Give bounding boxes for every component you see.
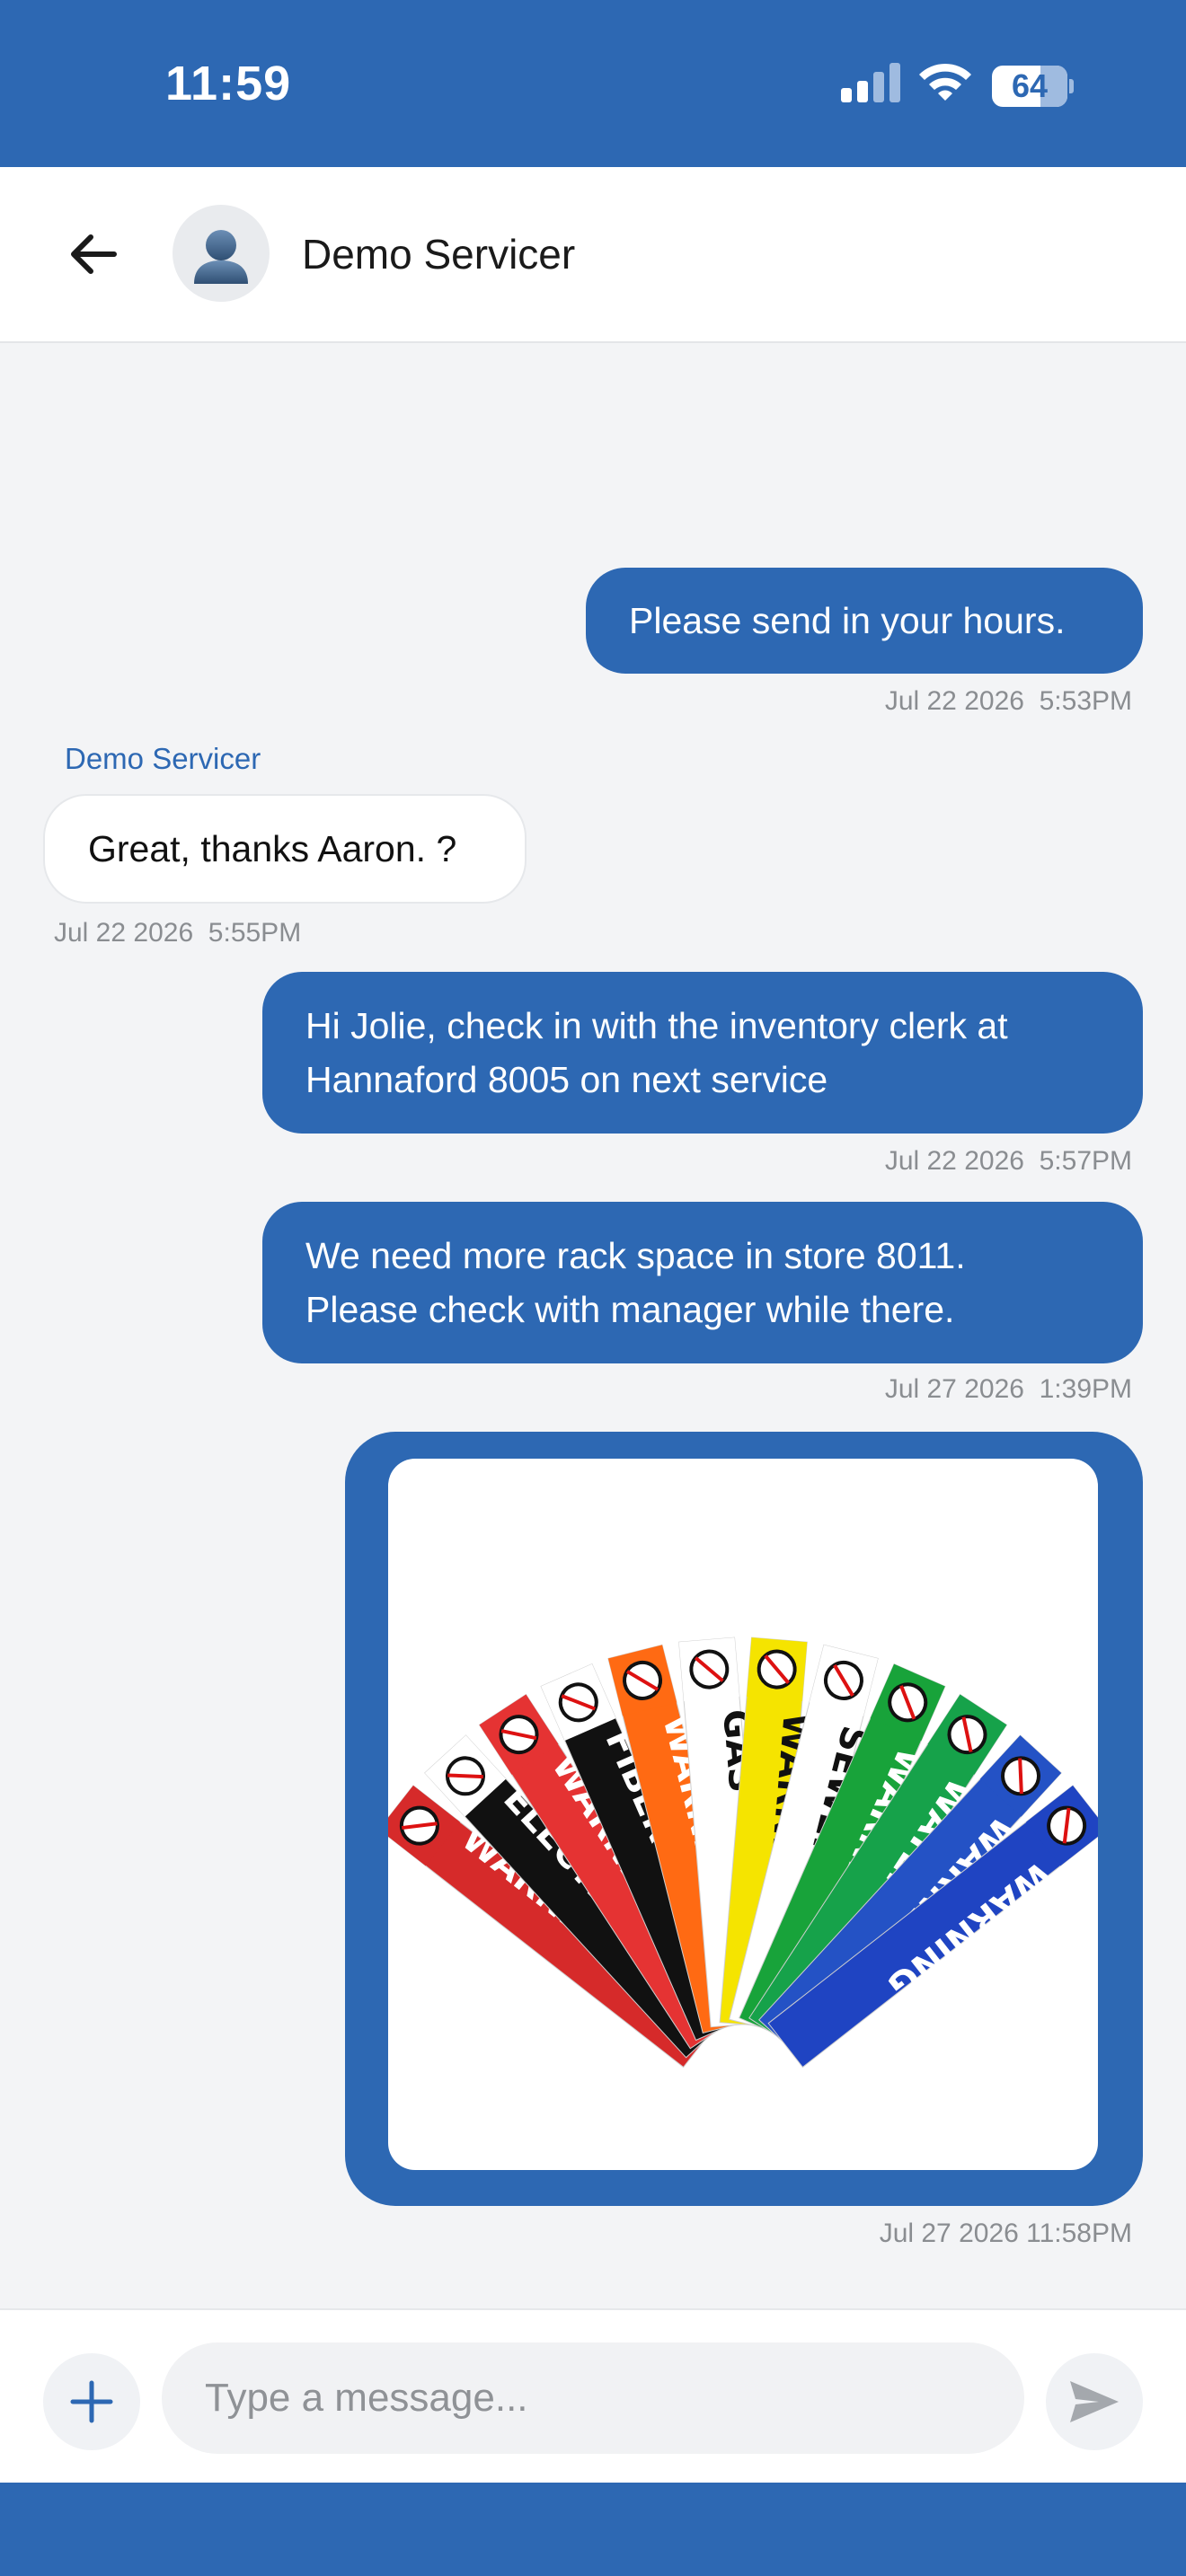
message-timestamp: Jul 22 2026 5:55PM [54,918,302,948]
message-input[interactable] [162,2342,1024,2454]
message-bubble-outgoing[interactable]: Hi Jolie, check in with the inventory cl… [262,972,1143,1134]
user-silhouette-icon [194,230,248,284]
message-bubble-incoming[interactable]: Great, thanks Aaron. ? [43,794,527,904]
arrow-left-icon [71,234,117,274]
avatar[interactable] [173,205,270,302]
send-icon [1070,2381,1119,2422]
contact-name: Demo Servicer [302,231,576,278]
wifi-icon [919,63,971,101]
cellular-signal-icon [841,63,900,102]
attached-image[interactable]: WARNINGELECTRICWARNINGFIBERWARNINGGASWAR… [388,1459,1098,2170]
plus-icon [70,2380,113,2423]
status-bar: 11:59 64 [0,0,1186,167]
message-text-line: Hannaford 8005 on next service [305,1059,828,1100]
send-button[interactable] [1046,2353,1143,2450]
message-timestamp: Jul 22 2026 5:53PM [884,686,1132,716]
message-bubble-outgoing[interactable]: Please send in your hours. [586,568,1143,674]
bottom-bar [0,2483,1186,2576]
message-text-line: Hi Jolie, check in with the inventory cl… [305,1005,1008,1046]
message-text: Great, thanks Aaron. ? [88,828,457,869]
message-timestamp: Jul 22 2026 5:57PM [884,1146,1132,1176]
image-message-bubble[interactable]: WARNINGELECTRICWARNINGFIBERWARNINGGASWAR… [345,1432,1143,2206]
message-bubble-outgoing[interactable]: We need more rack space in store 8011. P… [262,1202,1143,1363]
status-time: 11:59 [165,57,292,110]
message-timestamp: Jul 27 2026 11:58PM [879,2219,1132,2248]
message-text-line: Please check with manager while there. [305,1289,955,1330]
message-timestamp: Jul 27 2026 1:39PM [884,1374,1132,1404]
message-text: Please send in your hours. [629,600,1066,641]
battery-level: 64 [1011,67,1049,104]
back-button[interactable] [59,221,126,287]
warning-signs-image: WARNINGELECTRICWARNINGFIBERWARNINGGASWAR… [388,1636,1098,2069]
add-attachment-button[interactable] [43,2353,140,2450]
battery-icon: 64 [992,66,1074,107]
message-composer [0,2308,1186,2483]
chat-header: Demo Servicer [0,167,1186,343]
message-text-line: We need more rack space in store 8011. [305,1235,966,1276]
sender-name: Demo Servicer [65,742,261,775]
